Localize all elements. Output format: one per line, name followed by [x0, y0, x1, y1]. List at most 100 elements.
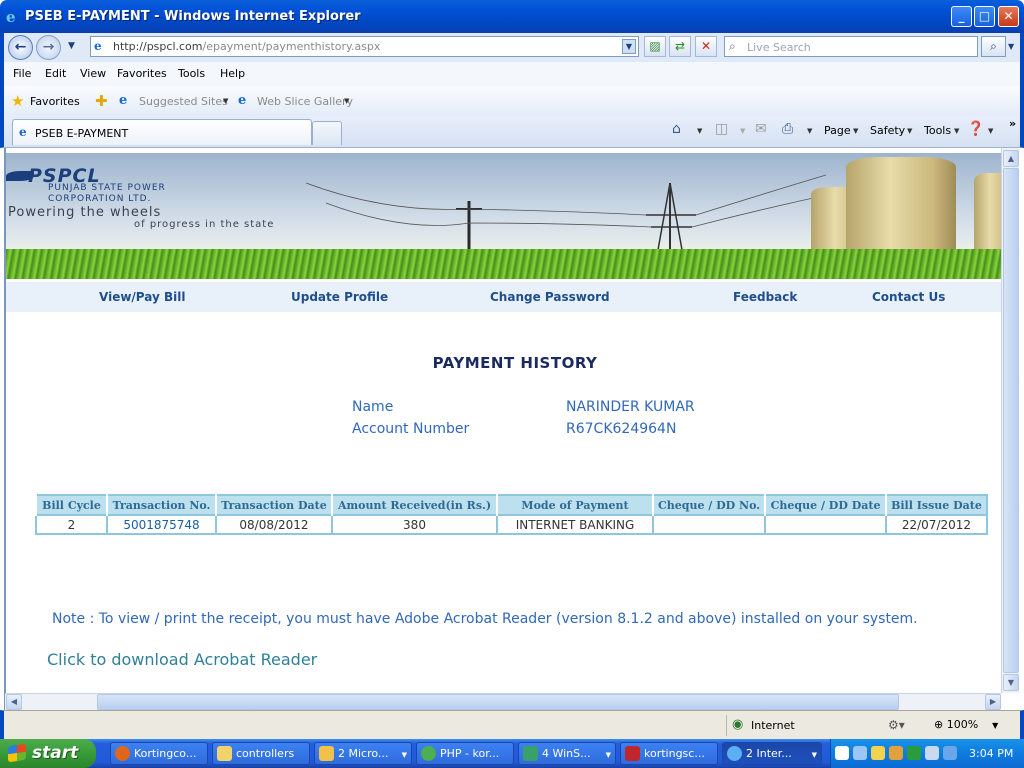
taskbar-item-outlook[interactable]: 2 Micro... ▼ [314, 742, 412, 765]
vertical-scrollbar[interactable]: ▲ ▼ [1001, 148, 1019, 693]
suggested-sites-dropdown[interactable]: ▼ [223, 97, 228, 105]
tools-menu[interactable]: Tools [924, 124, 951, 137]
home-icon[interactable]: ⌂ [672, 121, 681, 137]
col-bill-issue-date: Bill Issue Date [885, 494, 988, 516]
web-slice-dropdown[interactable]: ▼ [344, 97, 349, 105]
network-tray-icon[interactable] [907, 746, 921, 760]
feeds-icon[interactable]: ◫ [715, 121, 728, 137]
protected-mode-icon[interactable]: ⚙▾ [888, 718, 905, 732]
taskbar-item-controllers[interactable]: controllers [212, 742, 310, 765]
web-slice-gallery-link[interactable]: Web Slice Gallery [257, 95, 353, 108]
favorites-button[interactable]: Favorites [30, 95, 80, 108]
taskbar-item-internet-explorer[interactable]: 2 Inter... ▼ [722, 742, 822, 765]
help-icon[interactable]: ❓ [967, 121, 984, 137]
search-provider-icon: ⌕ [729, 39, 736, 53]
taskbar-item-winscp[interactable]: 4 WinS... ▼ [518, 742, 616, 765]
refresh-button[interactable]: ⇄ [669, 36, 691, 57]
firefox-icon [115, 746, 130, 761]
zone-label: Internet [751, 719, 795, 732]
forward-button[interactable]: → [36, 35, 61, 60]
scroll-up-button[interactable]: ▲ [1003, 150, 1019, 167]
zoom-level[interactable]: ⊕ 100% ▼ [934, 718, 998, 731]
address-bar[interactable]: e http://pspcl.com/epayment/paymenthisto… [90, 36, 639, 57]
read-mail-icon[interactable]: ✉ [755, 121, 767, 137]
feeds-dropdown[interactable]: ▼ [740, 127, 745, 135]
windows-logo-icon [8, 743, 26, 763]
back-tray-icon[interactable] [853, 746, 867, 760]
address-url[interactable]: http://pspcl.com/epayment/paymenthistory… [113, 40, 380, 53]
address-toolbar: ← → ▼ e http://pspcl.com/epayment/paymen… [0, 33, 1024, 62]
minimize-button[interactable]: _ [951, 6, 972, 27]
page-menu-dropdown: ▼ [853, 127, 859, 135]
nav-update-profile[interactable]: Update Profile [291, 290, 388, 304]
menu-file[interactable]: File [13, 67, 31, 80]
page-title: PAYMENT HISTORY [432, 354, 598, 372]
mail-tray-icon[interactable] [871, 746, 885, 760]
back-button[interactable]: ← [8, 35, 33, 60]
start-label: start [32, 743, 79, 763]
nav-change-password[interactable]: Change Password [490, 290, 610, 304]
stop-button[interactable]: ✕ [695, 36, 717, 57]
add-favorites-icon[interactable]: ✚ [95, 92, 108, 110]
start-button[interactable]: start [0, 739, 96, 768]
taskbar-item-label: kortingsc... [644, 747, 705, 760]
vertical-scroll-thumb[interactable] [1003, 168, 1019, 673]
address-url-host: http://pspcl.com [113, 40, 203, 53]
menu-favorites[interactable]: Favorites [117, 67, 167, 80]
search-box[interactable]: ⌕ Live Search [724, 36, 978, 57]
maximize-button[interactable]: □ [974, 6, 995, 27]
account-number-value: R67CK624964N [566, 421, 677, 437]
tab-pseb-epayment[interactable]: e PSEB E-PAYMENT [12, 119, 312, 145]
print-icon[interactable]: ⎙ [782, 121, 793, 137]
group-dropdown-icon: ▼ [401, 751, 407, 759]
scroll-down-button[interactable]: ▼ [1003, 674, 1019, 691]
address-dropdown-button[interactable]: ▼ [622, 39, 636, 54]
menu-edit[interactable]: Edit [45, 67, 66, 80]
recent-pages-dropdown[interactable]: ▼ [68, 41, 75, 51]
toolbar-overflow-chevron-icon[interactable]: » [1009, 117, 1016, 130]
suggested-sites-link[interactable]: Suggested Sites [139, 95, 228, 108]
web-slice-icon: e [238, 93, 247, 108]
horizontal-scroll-thumb[interactable] [97, 694, 899, 710]
horizontal-scrollbar[interactable]: ◀ ▶ [5, 693, 1001, 710]
cooling-tower-right [974, 173, 1001, 257]
help-dropdown[interactable]: ▼ [988, 127, 993, 135]
search-button[interactable]: ⌕ [981, 36, 1006, 57]
taskbar-item-label: 2 Inter... [746, 747, 792, 760]
search-options-dropdown[interactable]: ▼ [1008, 42, 1014, 51]
menu-view[interactable]: View [80, 67, 106, 80]
ie-logo-icon: e [6, 8, 16, 26]
download-acrobat-link[interactable]: Click to download Acrobat Reader [47, 650, 317, 669]
volume-tray-icon[interactable] [943, 746, 957, 760]
nav-feedback[interactable]: Feedback [733, 290, 797, 304]
scroll-left-button[interactable]: ◀ [6, 694, 22, 710]
ie-icon [727, 746, 742, 761]
home-dropdown[interactable]: ▼ [697, 127, 702, 135]
nav-view-pay-bill[interactable]: View/Pay Bill [99, 290, 185, 304]
taskbar-item-filezilla[interactable]: kortingsc... [620, 742, 718, 765]
page-menu[interactable]: Page [824, 124, 851, 137]
safety-menu[interactable]: Safety [870, 124, 905, 137]
title-bar: e PSEB E-PAYMENT - Windows Internet Expl… [0, 0, 1024, 33]
menu-help[interactable]: Help [220, 67, 245, 80]
help-tray-icon[interactable] [835, 746, 849, 760]
scroll-right-button[interactable]: ▶ [985, 694, 1001, 710]
taskbar-item-firefox[interactable]: Kortingco... [110, 742, 208, 765]
taskbar-item-php[interactable]: PHP - kor... [416, 742, 514, 765]
nav-contact-us[interactable]: Contact Us [872, 290, 945, 304]
menu-tools[interactable]: Tools [178, 67, 205, 80]
name-value: NARINDER KUMAR [566, 399, 695, 415]
grass-strip [6, 249, 1001, 279]
print-dropdown[interactable]: ▼ [807, 127, 812, 135]
window-title: PSEB E-PAYMENT - Windows Internet Explor… [25, 9, 361, 24]
compatibility-view-button[interactable]: ▨ [644, 36, 666, 57]
cell-transaction-no[interactable]: 5001875748 [106, 514, 217, 535]
arrow-right-icon: → [42, 39, 55, 55]
status-bar: ◉ Internet ⚙▾ ⊕ 100% ▼ [0, 710, 1024, 739]
display-tray-icon[interactable] [925, 746, 939, 760]
new-tab-button[interactable] [312, 121, 342, 145]
winscp-icon [523, 746, 538, 761]
app-tray-icon[interactable] [889, 746, 903, 760]
close-button[interactable]: ✕ [998, 6, 1019, 27]
security-zone[interactable]: ◉ Internet [726, 715, 876, 736]
